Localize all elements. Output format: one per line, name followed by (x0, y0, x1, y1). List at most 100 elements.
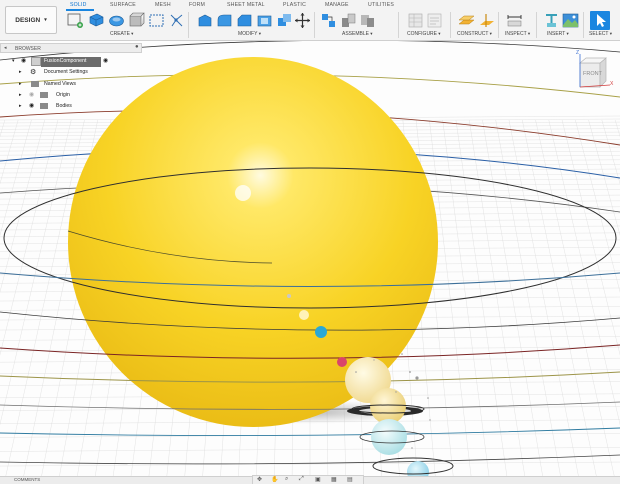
joint-icon[interactable] (340, 12, 357, 29)
fillet-icon[interactable] (216, 12, 233, 29)
new-sketch-icon[interactable] (67, 12, 84, 29)
tab-solid[interactable]: SOLID (70, 2, 87, 8)
toolbar-separator (583, 12, 584, 38)
mercury-sphere[interactable] (287, 294, 291, 298)
revolve-icon[interactable] (108, 12, 125, 29)
offset-plane-icon[interactable] (458, 12, 475, 29)
collapse-icon[interactable]: ◂ (4, 45, 7, 51)
toolbar-separator (450, 12, 451, 38)
root-component-label: FusionComponent (41, 57, 101, 67)
view-cube[interactable]: FRONT Z X (570, 50, 616, 94)
browser-panel-header[interactable]: ◂ BROWSER ● (0, 43, 142, 53)
configure-rule-icon[interactable] (426, 12, 443, 29)
bodies-label: Bodies (56, 103, 72, 109)
gear-icon: ⚙ (30, 69, 37, 76)
folder-icon (40, 103, 48, 109)
toolbar-separator (398, 12, 399, 38)
new-component-icon[interactable] (320, 12, 337, 29)
view-cube-front-label[interactable]: FRONT (583, 71, 602, 77)
comments-label: COMMENTS (14, 477, 41, 482)
press-pull-icon[interactable] (196, 12, 213, 29)
connect-nodes-icon[interactable] (168, 12, 185, 29)
workspace-label: DESIGN (15, 16, 41, 24)
axis-icon[interactable] (478, 12, 495, 29)
inspect-menu[interactable]: INSPECT (505, 31, 530, 37)
browser-item-bodies[interactable]: ▸ ◉ Bodies (0, 102, 142, 111)
expand-arrow-icon[interactable]: ▸ (19, 69, 22, 75)
expand-arrow-icon[interactable]: ▾ (12, 58, 15, 64)
box-icon[interactable] (128, 12, 145, 29)
tab-manage[interactable]: MANAGE (325, 2, 349, 8)
configure-table-icon[interactable] (407, 12, 424, 29)
viewports-icon[interactable]: ▤ (347, 476, 353, 483)
insert-derive-icon[interactable] (543, 12, 560, 29)
toolbar-separator (536, 12, 537, 38)
as-built-joint-icon[interactable] (359, 12, 376, 29)
expand-arrow-icon[interactable]: ▸ (19, 81, 22, 87)
navigation-bar: ✥ ✋ ⌕ ⤢ ▣ ▦ ▤ (252, 475, 364, 484)
active-tab-indicator (66, 9, 94, 11)
expand-arrow-icon[interactable]: ▸ (19, 103, 22, 109)
move-copy-icon[interactable] (294, 12, 311, 29)
tab-surface[interactable]: SURFACE (110, 2, 136, 8)
toolbar-separator (188, 12, 189, 38)
fit-icon[interactable]: ⤢ (299, 476, 304, 483)
earth-sphere[interactable] (315, 326, 327, 338)
cursor-arrow-icon (597, 14, 606, 27)
combine-icon[interactable] (276, 12, 293, 29)
chevron-down-icon: ▾ (44, 17, 47, 23)
tab-plastic[interactable]: PLASTIC (283, 2, 306, 8)
eye-icon[interactable]: ◉ (21, 57, 26, 64)
toolbar: DESIGN ▾ SOLID SURFACE MESH FORM SHEET M… (0, 0, 620, 41)
axis-z-label: Z (576, 50, 580, 56)
measure-icon[interactable] (506, 12, 523, 29)
select-menu[interactable]: SELECT (589, 31, 612, 37)
chamfer-icon[interactable] (236, 12, 253, 29)
origin-label: Origin (56, 92, 70, 98)
named-views-label: Named Views (44, 81, 76, 87)
axis-x-label: X (610, 81, 614, 87)
folder-icon (31, 81, 39, 87)
configure-menu[interactable]: CONFIGURE (407, 31, 441, 37)
radio-active-icon[interactable]: ◉ (103, 57, 108, 64)
eye-hidden-icon[interactable]: ◉ (29, 91, 34, 98)
toolbar-separator (314, 12, 315, 38)
document-settings-label: Document Settings (44, 69, 88, 75)
browser-item-named-views[interactable]: ▸ Named Views (0, 80, 142, 89)
tab-utilities[interactable]: UTILITIES (368, 2, 394, 8)
workspace-dropdown[interactable]: DESIGN ▾ (5, 6, 57, 34)
shell-icon[interactable] (256, 12, 273, 29)
grid-settings-icon[interactable]: ▦ (331, 476, 337, 483)
pin-icon[interactable]: ● (135, 44, 139, 50)
venus-sphere[interactable] (299, 310, 309, 320)
display-settings-icon[interactable]: ▣ (315, 476, 321, 483)
mars-sphere[interactable] (337, 357, 347, 367)
orbit-icon[interactable]: ✥ (257, 476, 262, 483)
pan-icon[interactable]: ✋ (271, 476, 278, 483)
modify-menu[interactable]: MODIFY (238, 31, 261, 37)
toolbar-separator (498, 12, 499, 38)
browser-item-root[interactable]: ▾ ◉ FusionComponent ◉ (0, 57, 142, 67)
assemble-menu[interactable]: ASSEMBLE (342, 31, 372, 37)
browser-title: BROWSER (15, 46, 41, 52)
construct-menu[interactable]: CONSTRUCT (457, 31, 492, 37)
folder-icon (40, 92, 48, 98)
eye-icon[interactable]: ◉ (29, 102, 34, 109)
create-menu[interactable]: CREATE (110, 31, 133, 37)
extrude-icon[interactable] (88, 12, 105, 29)
uranus-sphere[interactable] (371, 419, 407, 455)
tab-sheet-metal[interactable]: SHEET METAL (227, 2, 265, 8)
insert-menu[interactable]: INSERT (547, 31, 569, 37)
saturn-sphere[interactable] (370, 388, 406, 424)
browser-item-document-settings[interactable]: ▸ ⚙ Document Settings (0, 68, 142, 77)
sun-highlight (235, 185, 251, 201)
browser-item-origin[interactable]: ▸ ◉ Origin (0, 91, 142, 100)
zoom-icon[interactable]: ⌕ (285, 476, 288, 483)
tab-mesh[interactable]: MESH (155, 2, 171, 8)
tab-form[interactable]: FORM (189, 2, 205, 8)
expand-arrow-icon[interactable]: ▸ (19, 92, 22, 98)
rectangle-sketch-icon[interactable] (148, 12, 165, 29)
insert-canvas-icon[interactable] (562, 12, 579, 29)
component-icon (31, 57, 41, 66)
select-button[interactable] (590, 11, 610, 30)
